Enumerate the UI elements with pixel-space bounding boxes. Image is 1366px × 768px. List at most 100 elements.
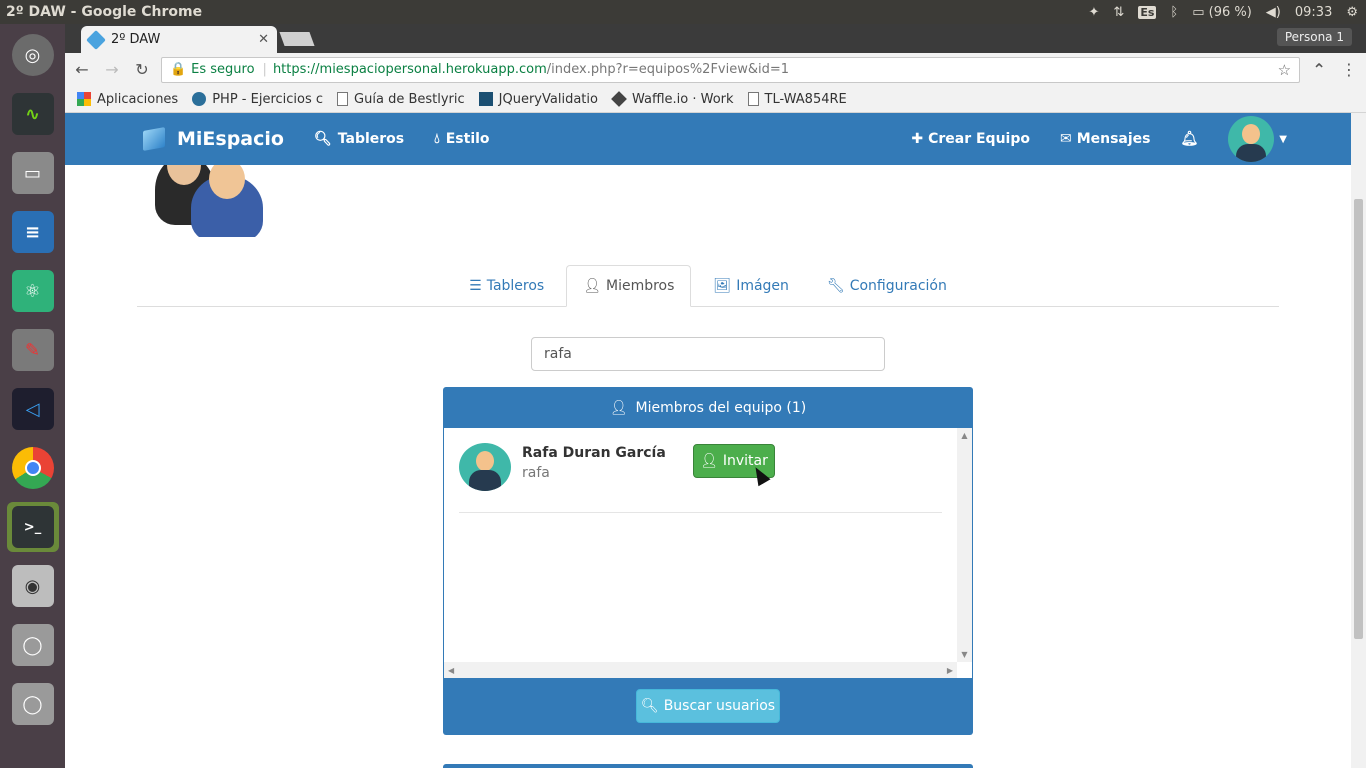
nav-label: Estilo	[445, 131, 490, 147]
launcher-vscode[interactable]: ◁	[7, 384, 59, 434]
nav-estilo[interactable]: 💧︎ Estilo	[434, 131, 489, 147]
new-tab-button[interactable]	[279, 32, 315, 46]
user-icon: 👤︎	[583, 278, 601, 294]
profile-button[interactable]: Persona 1	[1276, 28, 1352, 46]
launcher: ◎ ∿ ▭ ≡ ⚛ ✎ ◁ >_ ◉ ◯ ◯	[0, 24, 65, 768]
user-menu[interactable]: ▼	[1228, 116, 1287, 162]
terminal-icon: >_	[11, 506, 54, 548]
panel-heading: 👤︎ Miembros del equipo (1)	[443, 387, 973, 428]
nav-label: Crear Equipo	[928, 131, 1030, 147]
panel-title: Miembros del equipo (1)	[635, 399, 807, 416]
tab-label: Imágen	[736, 278, 789, 294]
bookmark-label: Aplicaciones	[97, 91, 179, 107]
address-bar[interactable]: 🔒 Es seguro | https://miespaciopersonal.…	[160, 56, 1301, 83]
launcher-atom[interactable]: ⚛	[7, 266, 59, 316]
close-tab-icon[interactable]: ✕	[258, 32, 269, 47]
vertical-scrollbar[interactable]: ▲ ▼	[957, 428, 972, 662]
jquery-icon	[478, 92, 493, 106]
members-panel: 👤︎ Miembros del equipo (1) Rafa Duran Ga…	[443, 387, 973, 735]
bookmark-php[interactable]: PHP - Ejercicios c	[192, 92, 323, 107]
vscode-icon: ◁	[11, 388, 54, 430]
bookmark-bestlyric[interactable]: Guía de Bestlyric	[337, 92, 465, 107]
clock[interactable]: 09:33	[1295, 5, 1332, 20]
page-icon	[337, 92, 349, 106]
launcher-drive-1[interactable]: ◯	[7, 620, 59, 670]
favicon-icon	[86, 29, 106, 50]
network-icon[interactable]: ⇅	[1113, 5, 1124, 20]
page-scrollbar[interactable]	[1351, 113, 1366, 768]
site-navbar: MiEspacio 🔍︎ Tableros 💧︎ Estilo ✚ Crear …	[65, 113, 1351, 165]
launcher-writer[interactable]: ≡	[7, 207, 59, 257]
volume-icon[interactable]: ◀)	[1266, 5, 1281, 20]
tab-miembros[interactable]: 👤︎ Miembros	[566, 265, 692, 307]
list-icon: ☰	[469, 278, 482, 294]
member-list: Rafa Duran García rafa 👤︎ Invitar	[444, 428, 957, 662]
picture-icon: 🖼︎	[713, 278, 732, 294]
nav-mensajes[interactable]: ✉ Mensajes	[1060, 131, 1151, 147]
nav-notifications[interactable]: 🔔︎	[1181, 131, 1199, 147]
nav-crear-equipo[interactable]: ✚ Crear Equipo	[911, 131, 1030, 147]
battery-label: (96 %)	[1208, 4, 1252, 20]
horizontal-scrollbar[interactable]: ◀ ▶	[444, 662, 957, 678]
back-icon[interactable]: ←	[71, 59, 93, 81]
bookmark-label: TL-WA854RE	[764, 91, 847, 107]
bookmark-star-icon[interactable]: ☆	[1278, 61, 1291, 79]
extension-icon[interactable]: ⌃	[1308, 59, 1330, 81]
tab-tableros[interactable]: ☰ Tableros	[453, 265, 560, 307]
launcher-chrome[interactable]	[7, 443, 59, 493]
keyboard-layout[interactable]: Es	[1138, 5, 1157, 19]
list-item: Rafa Duran García rafa 👤︎ Invitar	[459, 443, 942, 513]
bluetooth-icon[interactable]: ᛒ	[1170, 5, 1178, 20]
bookmark-apps[interactable]: Aplicaciones	[77, 92, 178, 107]
tab-strip: 2º DAW ✕ Persona 1	[65, 24, 1366, 53]
page-viewport: MiEspacio 🔍︎ Tableros 💧︎ Estilo ✚ Crear …	[65, 113, 1351, 768]
url-path: /index.php?r=equipos%2Fview&id=1	[546, 62, 790, 77]
system-top-panel: 2º DAW - Google Chrome ✦ ⇅ Es ᛒ ▭ (96 %)…	[0, 0, 1366, 24]
search-users-button[interactable]: 🔍︎ Buscar usuarios	[636, 689, 780, 723]
bell-icon: 🔔︎	[1180, 131, 1199, 147]
bookmark-tplink[interactable]: TL-WA854RE	[747, 91, 847, 107]
launcher-dash[interactable]: ◎	[7, 30, 59, 80]
launcher-settings[interactable]: ✎	[7, 325, 59, 375]
nav-tableros[interactable]: 🔍︎ Tableros	[314, 131, 404, 147]
avatar	[459, 443, 511, 491]
bookmark-label: PHP - Ejercicios c	[212, 91, 324, 107]
menu-icon[interactable]: ⋮	[1338, 59, 1360, 81]
brand-link[interactable]: MiEspacio	[143, 127, 284, 151]
scrollbar-thumb[interactable]	[1354, 199, 1363, 639]
bookmark-jquery[interactable]: JQueryValidatio	[478, 92, 598, 107]
globe-icon	[192, 92, 207, 106]
tab-imagen[interactable]: 🖼︎ Imágen	[697, 265, 805, 307]
plus-icon: ✚	[911, 131, 924, 147]
member-search-input[interactable]	[531, 337, 885, 371]
battery-indicator[interactable]: ▭ (96 %)	[1192, 5, 1252, 20]
launcher-files[interactable]: ▭	[7, 148, 59, 198]
forward-icon[interactable]: →	[101, 59, 123, 81]
atom-icon: ⚛	[11, 270, 54, 312]
secure-label: Es seguro	[191, 62, 255, 77]
reload-icon[interactable]: ↻	[131, 59, 153, 81]
envelope-icon: ✉	[1059, 131, 1072, 147]
bookmarks-bar: Aplicaciones PHP - Ejercicios c Guía de …	[65, 86, 1366, 113]
browser-tab-active[interactable]: 2º DAW ✕	[81, 26, 277, 53]
monitor-icon: ∿	[11, 93, 54, 135]
tab-label: Miembros	[606, 278, 675, 294]
tab-configuracion[interactable]: 🔧︎ Configuración	[811, 265, 963, 307]
bookmark-waffle[interactable]: Waffle.io · Work	[611, 91, 734, 107]
launcher-drive-2[interactable]: ◯	[7, 679, 59, 729]
tab-label: Tableros	[486, 278, 545, 294]
tab-title: 2º DAW	[111, 32, 161, 47]
nav-label: Tableros	[337, 131, 405, 147]
dropbox-icon[interactable]: ✦	[1089, 5, 1100, 20]
bookmark-label: Guía de Bestlyric	[354, 91, 465, 107]
brand-name: MiEspacio	[177, 128, 284, 150]
browser-toolbar: ← → ↻ 🔒 Es seguro | https://miespacioper…	[65, 53, 1366, 86]
brand-logo-icon	[143, 127, 165, 151]
launcher-terminal[interactable]: >_	[6, 502, 59, 552]
nav-label: Mensajes	[1076, 131, 1151, 147]
launcher-system-monitor[interactable]: ∿	[7, 89, 59, 139]
launcher-camera[interactable]: ◉	[7, 561, 59, 611]
chrome-icon	[11, 447, 54, 489]
settings-icon[interactable]: ⚙	[1346, 5, 1358, 20]
next-panel	[443, 764, 973, 768]
